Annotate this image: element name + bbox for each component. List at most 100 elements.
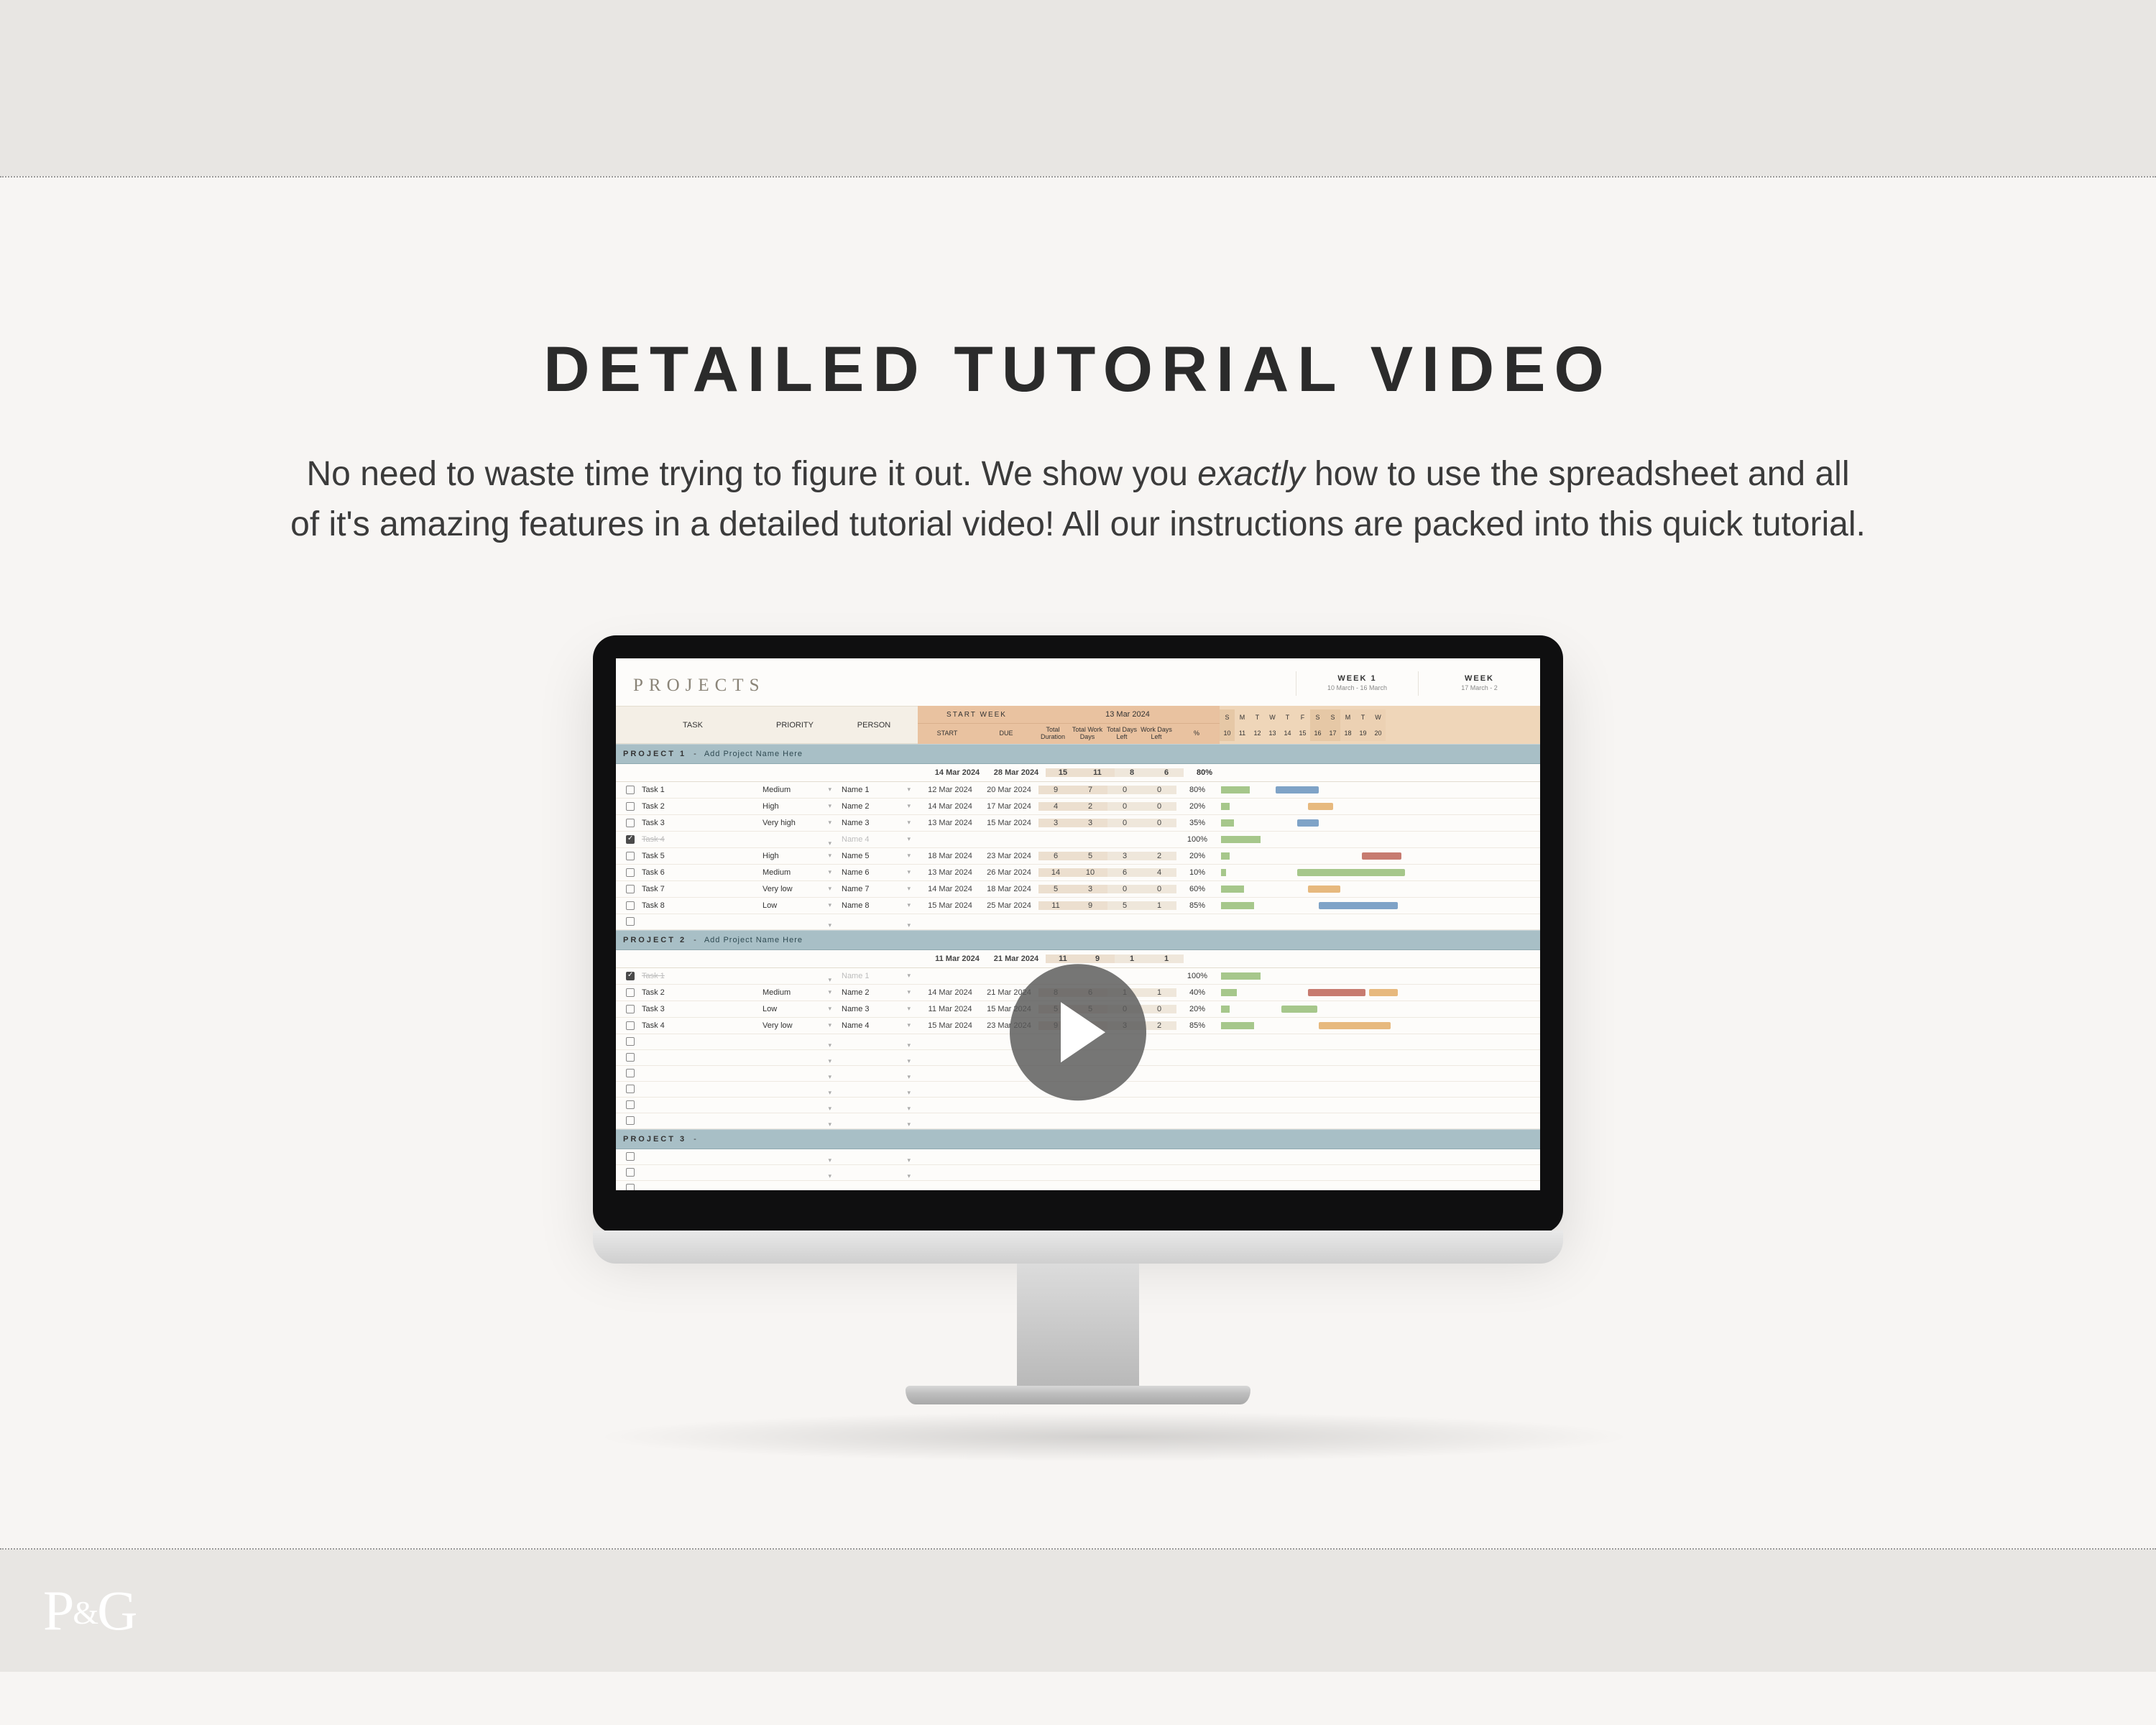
priority-select[interactable]: Medium [763, 868, 842, 877]
task-start: 13 Mar 2024 [921, 819, 980, 827]
task-checkbox[interactable] [626, 835, 635, 844]
task-due: 20 Mar 2024 [980, 786, 1038, 794]
task-workdaysleft: 2 [1142, 1021, 1176, 1030]
person-select[interactable]: Name 3 [842, 819, 921, 827]
task-progress-bar [1218, 819, 1268, 827]
task-percent: 35% [1176, 819, 1218, 827]
start-week-value: 13 Mar 2024 [1036, 710, 1220, 719]
task-row: Task 3 Very high Name 3 13 Mar 2024 15 M… [616, 815, 1540, 832]
day-number: 15 [1295, 725, 1310, 741]
task-checkbox[interactable] [626, 1053, 635, 1062]
person-select[interactable]: Name 1 [842, 786, 921, 794]
project-band: PROJECT 2-Add Project Name Here [616, 930, 1540, 950]
task-checkbox[interactable] [626, 1069, 635, 1077]
person-select[interactable]: Name 6 [842, 868, 921, 877]
week-box: WEEK 110 March - 16 March [1296, 671, 1418, 696]
task-workdaysleft: 1 [1142, 901, 1176, 910]
week-labels: WEEK 110 March - 16 MarchWEEK17 March - … [1296, 671, 1540, 696]
play-button[interactable] [1010, 964, 1146, 1100]
priority-select[interactable]: Very low [763, 1021, 842, 1030]
task-workdays: 3 [1073, 885, 1107, 893]
task-workdays: 2 [1073, 802, 1107, 811]
task-workdaysleft: 2 [1142, 852, 1176, 860]
task-due: 15 Mar 2024 [980, 819, 1038, 827]
task-checkbox[interactable] [626, 802, 635, 811]
day-letter: T [1250, 709, 1265, 725]
task-checkbox[interactable] [626, 1168, 635, 1177]
task-progress-bar [1218, 1021, 1268, 1030]
person-select[interactable]: Name 4 [842, 835, 921, 844]
task-progress-bar [1218, 802, 1268, 811]
priority-select[interactable]: Very low [763, 885, 842, 893]
task-checkbox[interactable] [626, 988, 635, 997]
task-checkbox[interactable] [626, 1021, 635, 1030]
task-gantt [1268, 883, 1540, 895]
person-select[interactable]: Name 1 [842, 972, 921, 980]
day-letter: F [1295, 709, 1310, 725]
week-title: WEEK [1419, 674, 1540, 683]
task-duration: 4 [1038, 802, 1073, 811]
person-select[interactable]: Name 7 [842, 885, 921, 893]
day-letter: S [1310, 709, 1325, 725]
task-workdaysleft: 0 [1142, 786, 1176, 794]
task-checkbox[interactable] [626, 1005, 635, 1013]
task-due: 23 Mar 2024 [980, 852, 1038, 860]
priority-select[interactable]: Medium [763, 988, 842, 997]
task-checkbox[interactable] [626, 1152, 635, 1161]
task-due: 25 Mar 2024 [980, 901, 1038, 910]
task-checkbox[interactable] [626, 868, 635, 877]
project-name: PROJECT 1 [623, 750, 686, 758]
task-duration: 9 [1038, 786, 1073, 794]
priority-select[interactable]: Very high [763, 819, 842, 827]
person-select[interactable]: Name 3 [842, 1005, 921, 1013]
task-name: Task 1 [642, 972, 763, 980]
person-select[interactable]: Name 2 [842, 802, 921, 811]
task-checkbox[interactable] [626, 972, 635, 980]
task-start: 15 Mar 2024 [921, 1021, 980, 1030]
day-number: 13 [1265, 725, 1280, 741]
task-name: Task 2 [642, 802, 763, 811]
person-select[interactable]: Name 4 [842, 1021, 921, 1030]
day-number: 20 [1370, 725, 1386, 741]
day-letter: T [1355, 709, 1370, 725]
task-checkbox[interactable] [626, 819, 635, 827]
task-name: Task 4 [642, 835, 763, 844]
monitor-stand-neck [1017, 1264, 1139, 1386]
hdr-start: START [918, 730, 977, 737]
project-summary-row: 14 Mar 202428 Mar 202415118680% [616, 764, 1540, 782]
day-number: 12 [1250, 725, 1265, 741]
project-sep: - [694, 1135, 697, 1144]
priority-select[interactable]: Medium [763, 786, 842, 794]
task-checkbox[interactable] [626, 1085, 635, 1093]
week-range: 10 March - 16 March [1296, 684, 1418, 691]
task-checkbox[interactable] [626, 917, 635, 926]
task-checkbox[interactable] [626, 1116, 635, 1125]
monitor-screen: PROJECTS WEEK 110 March - 16 MarchWEEK17… [616, 658, 1540, 1190]
day-number: 19 [1355, 725, 1370, 741]
day-letter: W [1265, 709, 1280, 725]
task-checkbox[interactable] [626, 901, 635, 910]
priority-select[interactable]: High [763, 852, 842, 860]
person-select[interactable]: Name 5 [842, 852, 921, 860]
priority-select[interactable]: Low [763, 901, 842, 910]
dotted-divider-top [0, 176, 2156, 178]
task-percent: 85% [1176, 1021, 1218, 1030]
person-select[interactable]: Name 8 [842, 901, 921, 910]
task-checkbox[interactable] [626, 1037, 635, 1046]
task-checkbox[interactable] [626, 786, 635, 794]
person-select[interactable]: Name 2 [842, 988, 921, 997]
task-checkbox[interactable] [626, 885, 635, 893]
task-row-empty [616, 1113, 1540, 1129]
project-sep: - [694, 750, 697, 758]
priority-select[interactable]: Low [763, 1005, 842, 1013]
task-daysleft: 0 [1107, 786, 1142, 794]
task-checkbox[interactable] [626, 1184, 635, 1190]
task-duration: 5 [1038, 885, 1073, 893]
task-workdaysleft: 0 [1142, 802, 1176, 811]
task-checkbox[interactable] [626, 1100, 635, 1109]
task-checkbox[interactable] [626, 852, 635, 860]
task-percent: 10% [1176, 868, 1218, 877]
task-gantt [1268, 1020, 1540, 1031]
task-row: Task 6 Medium Name 6 13 Mar 2024 26 Mar … [616, 865, 1540, 881]
priority-select[interactable]: High [763, 802, 842, 811]
